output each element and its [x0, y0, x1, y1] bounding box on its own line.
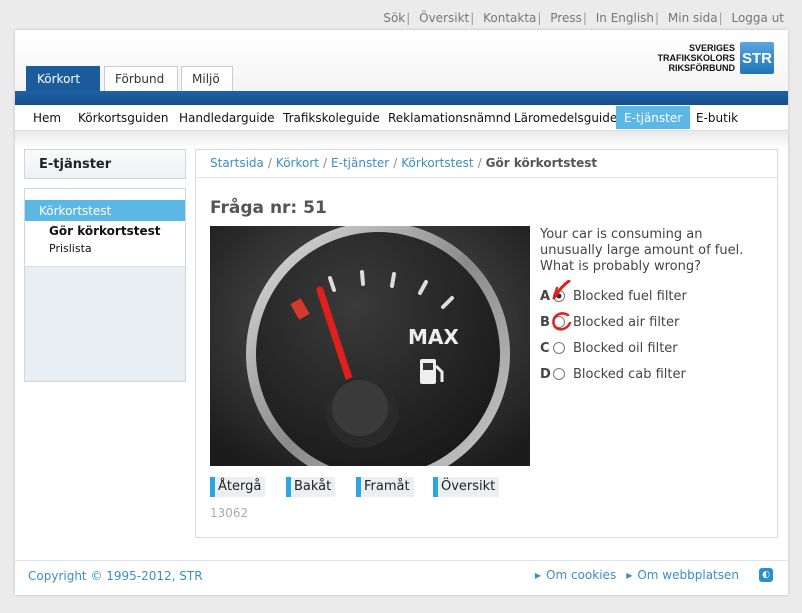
nav-item-hem[interactable]: Hem — [25, 106, 69, 129]
footer-divider — [15, 560, 788, 561]
tab-korkort[interactable]: Körkort — [26, 66, 100, 91]
about-site-link[interactable]: Om webbplatsen — [637, 568, 739, 582]
overview-button[interactable]: Översikt — [433, 477, 500, 497]
sidebar: Körkortstest Gör körkortstest Prislista — [24, 188, 186, 382]
answer-text: Blocked fuel filter — [573, 288, 687, 304]
separator: | — [470, 11, 475, 25]
question-id: 13062 — [210, 506, 249, 520]
answer-radio[interactable] — [553, 342, 565, 354]
sidebar-title: E-tjänster — [24, 149, 186, 179]
breadcrumb-separator: / — [322, 156, 328, 170]
tab-forbund[interactable]: Förbund — [104, 66, 178, 91]
contact-link[interactable]: Kontakta — [483, 11, 536, 25]
tab-label: Miljö — [192, 72, 220, 86]
browsealoud-icon[interactable]: ◐ — [759, 568, 773, 582]
answer-letter: C — [540, 340, 550, 356]
breadcrumb-separator: / — [267, 156, 272, 170]
prev-button[interactable]: Bakåt — [286, 477, 336, 497]
arrow-right-icon: ▶ — [534, 570, 542, 580]
nav-item-laromedelsguide[interactable]: Läromedelsguide — [506, 106, 625, 129]
breadcrumb-current: Gör körkortstest — [485, 156, 598, 170]
content-panel: Startsida / Körkort / E-tjänster / Körkortstes… — [195, 149, 778, 538]
separator: | — [537, 11, 542, 25]
sidebar-item-korkortstest[interactable]: Körkortstest — [25, 200, 185, 221]
answer-text: Blocked cab filter — [573, 366, 686, 382]
answer-text: Blocked oil filter — [573, 340, 678, 356]
logo-text: SVERIGES TRAFIKSKOLORS RIKSFÖRBUND — [658, 43, 736, 73]
sidebar-item-gor-korkortstest[interactable]: Gör körkortstest — [49, 224, 160, 238]
separator: | — [406, 11, 411, 25]
nav-shadow — [15, 131, 788, 149]
answer-radio[interactable] — [553, 368, 565, 380]
header-bar — [15, 91, 788, 105]
str-logo[interactable]: SVERIGES TRAFIKSKOLORS RIKSFÖRBUND STR — [658, 42, 774, 74]
nav-item-trafikskoleguide[interactable]: Trafikskoleguide — [275, 106, 388, 129]
breadcrumb-e-tjanster[interactable]: E-tjänster — [331, 156, 389, 170]
logo-line: TRAFIKSKOLORS — [657, 53, 736, 63]
logo-badge: STR — [740, 42, 774, 74]
gauge-max-label: MAX — [408, 325, 459, 349]
wrong-mark-icon — [552, 280, 571, 300]
nav-item-korkortsguiden[interactable]: Körkortsguiden — [70, 106, 176, 129]
nav-item-handledarguide[interactable]: Handledarguide — [171, 106, 283, 129]
logo-line: RIKSFÖRBUND — [668, 63, 736, 73]
question-number: Fråga nr: 51 — [210, 198, 327, 218]
breadcrumb-separator: / — [393, 156, 398, 170]
footer-links: ▶ Om cookies ▶ Om webbplatsen ◐ — [535, 568, 773, 582]
in-english-link[interactable]: In English — [596, 11, 654, 25]
question-image: MAX — [210, 226, 530, 466]
answer-d[interactable]: D Blocked cab filter — [540, 361, 687, 387]
logo-line: SVERIGES — [688, 43, 735, 53]
breadcrumb: Startsida / Körkort / E-tjänster / Körkortstes… — [196, 150, 777, 178]
tab-miljo[interactable]: Miljö — [181, 66, 233, 91]
site-header: Körkort Förbund Miljö SVERIGES TRAFIKSKO… — [15, 30, 788, 91]
answer-list: A Blocked fuel filter B Blocked air filt… — [540, 280, 687, 387]
breadcrumb-separator: / — [477, 156, 482, 170]
tab-label: Förbund — [115, 72, 165, 86]
copyright: Copyright © 1995-2012, STR — [28, 569, 203, 583]
tab-label: Körkort — [37, 72, 81, 86]
cookies-link[interactable]: Om cookies — [546, 568, 616, 582]
separator: | — [718, 11, 723, 25]
separator: | — [655, 11, 660, 25]
search-link[interactable]: Sök — [383, 11, 405, 25]
answer-letter: D — [540, 366, 551, 382]
breadcrumb-startsida[interactable]: Startsida — [210, 156, 264, 170]
arrow-right-icon: ▶ — [626, 570, 633, 580]
fuel-gauge-illustration: MAX — [210, 226, 530, 466]
my-page-link[interactable]: Min sida — [668, 11, 718, 25]
overview-link[interactable]: Översikt — [419, 11, 469, 25]
sidebar-list: Körkortstest Gör körkortstest Prislista — [25, 189, 185, 267]
press-link[interactable]: Press — [550, 11, 582, 25]
breadcrumb-korkortstest[interactable]: Körkortstest — [401, 156, 473, 170]
nav-item-reklamationsnamnd[interactable]: Reklamationsnämnd — [380, 106, 519, 129]
page-frame: Körkort Förbund Miljö SVERIGES TRAFIKSKO… — [15, 30, 788, 595]
logout-link[interactable]: Logga ut — [731, 11, 784, 25]
breadcrumb-korkort[interactable]: Körkort — [276, 156, 319, 170]
question-text: Your car is consuming an unusually large… — [540, 227, 744, 274]
main-nav: Hem Körkortsguiden Handledarguide Trafik… — [15, 105, 788, 131]
next-button[interactable]: Framåt — [356, 477, 414, 497]
sidebar-item-prislista[interactable]: Prislista — [49, 242, 92, 255]
answer-c[interactable]: C Blocked oil filter — [540, 335, 687, 361]
utility-links: Sök| Översikt| Kontakta| Press| In Engli… — [383, 11, 784, 25]
answer-text: Blocked air filter — [573, 314, 680, 330]
back-button[interactable]: Återgå — [210, 477, 266, 497]
correct-circle-icon — [552, 312, 572, 331]
nav-item-e-butik[interactable]: E-butik — [688, 106, 746, 129]
nav-item-e-tjanster[interactable]: E-tjänster — [616, 106, 691, 129]
separator: | — [582, 11, 587, 25]
answer-b[interactable]: B Blocked air filter — [540, 309, 687, 335]
answer-a[interactable]: A Blocked fuel filter — [540, 280, 687, 309]
